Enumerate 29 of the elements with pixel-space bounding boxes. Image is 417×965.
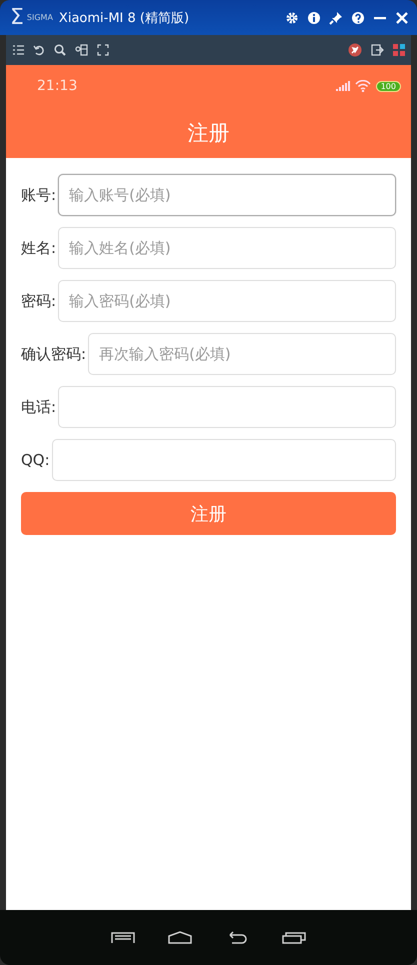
status-time: 21:13 — [37, 78, 78, 94]
recent-apps-icon[interactable] — [282, 931, 306, 944]
pin-icon[interactable] — [329, 10, 343, 24]
window-title: Xiaomi-MI 8 (精简版) — [58, 10, 190, 26]
field-label: 电话: — [21, 398, 56, 416]
exit-icon[interactable] — [371, 44, 384, 56]
help-icon[interactable] — [351, 10, 365, 24]
fullscreen-icon[interactable] — [97, 44, 109, 56]
menu-icon[interactable] — [111, 931, 135, 944]
battery-level: 100 — [376, 80, 401, 92]
home-icon[interactable] — [168, 931, 192, 944]
signal-icon — [336, 81, 350, 91]
field-label: 密码: — [21, 292, 56, 310]
field-label: 账号: — [21, 186, 56, 204]
close-icon[interactable] — [395, 10, 409, 24]
info-icon[interactable] — [307, 10, 321, 24]
menu-icon[interactable] — [12, 44, 24, 56]
wifi-icon — [354, 80, 371, 92]
rotate-icon[interactable] — [33, 44, 45, 56]
zoom-icon[interactable] — [54, 44, 66, 56]
field-label: 姓名: — [21, 238, 56, 258]
logo-mark: Σ — [10, 6, 24, 28]
input-field[interactable]: 输入账号(必填) — [58, 174, 396, 216]
page-title: 注册 — [188, 120, 230, 146]
register-button[interactable]: 注册 — [21, 492, 396, 535]
logo-text: SIGMA — [26, 13, 53, 22]
field-label: QQ: — [21, 451, 50, 469]
field-label: 确认密码: — [21, 344, 86, 364]
settings-icon[interactable] — [285, 10, 299, 24]
